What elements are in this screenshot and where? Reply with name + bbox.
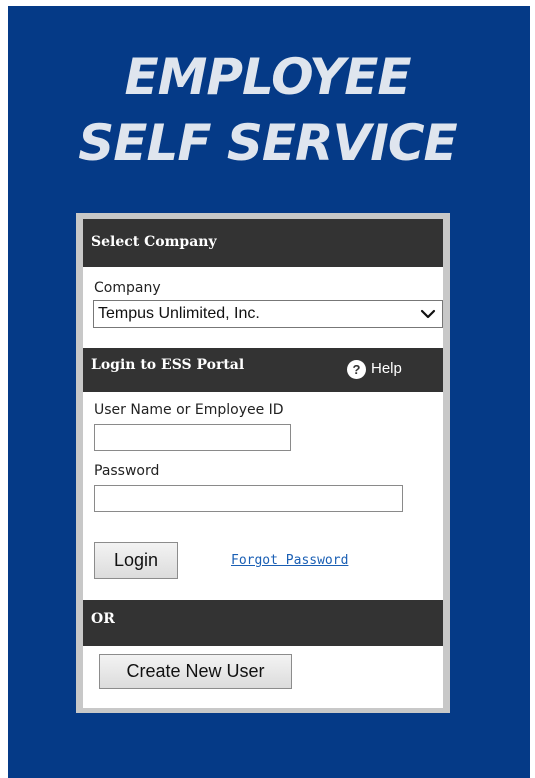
password-label: Password [94,463,160,479]
login-button[interactable]: Login [94,542,178,579]
username-label: User Name or Employee ID [94,402,284,418]
company-select-value: Tempus Unlimited, Inc. [98,305,260,322]
or-divider-heading: OR [83,600,443,646]
help-question-icon: ? [347,359,366,379]
username-input[interactable] [94,424,291,451]
password-input[interactable] [94,485,403,512]
login-card: Select Company Company Tempus Unlimited,… [83,219,443,708]
company-label: Company [94,280,161,296]
select-company-heading: Select Company [83,219,443,267]
help-label: Help [371,360,402,378]
forgot-password-link[interactable]: Forgot Password [231,552,348,570]
login-portal-heading-text: Login to ESS Portal [91,357,245,373]
page-title-line1: EMPLOYEE [124,48,411,106]
create-new-user-button[interactable]: Create New User [99,654,292,689]
company-select[interactable]: Tempus Unlimited, Inc. [93,300,443,328]
help-link[interactable]: ? Help [347,359,402,379]
chevron-down-icon [420,309,436,319]
page-title-line2: SELF SERVICE [78,114,457,172]
